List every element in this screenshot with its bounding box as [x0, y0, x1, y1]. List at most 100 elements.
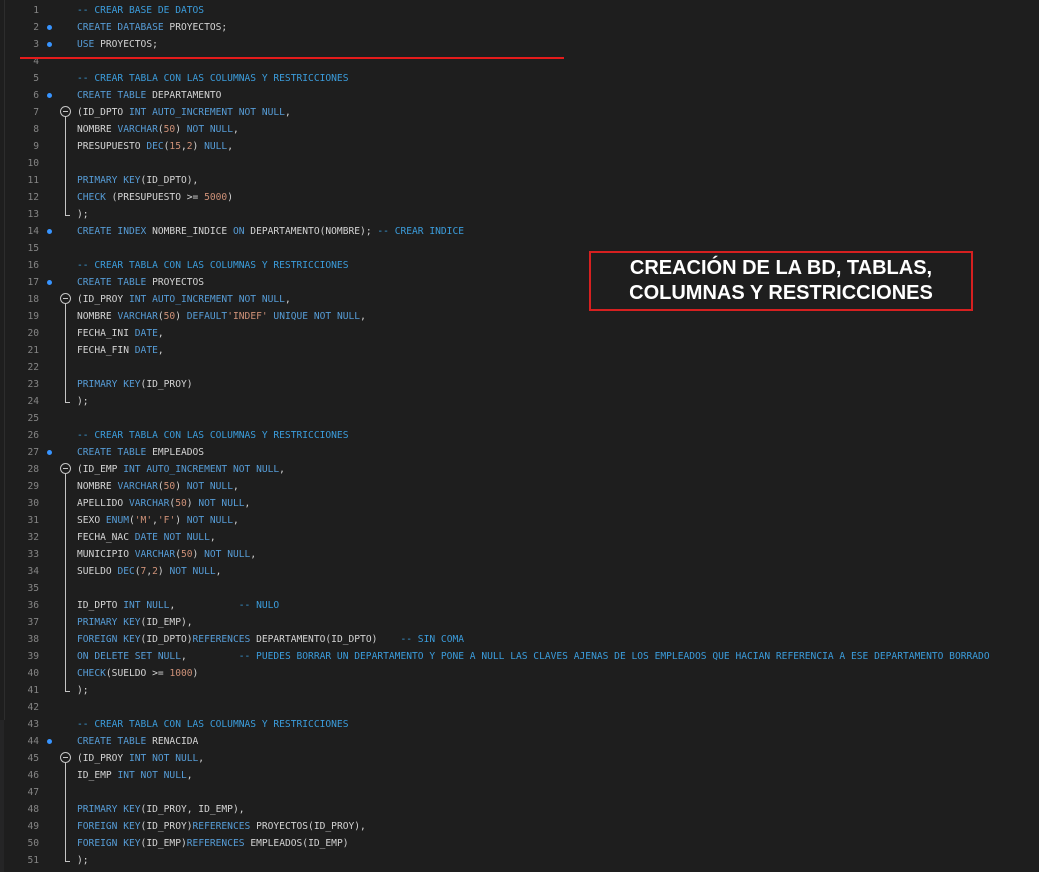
code-line[interactable]: 14 CREATE INDEX NOMBRE_INDICE ON DEPARTAM… [0, 223, 1039, 240]
code-line[interactable]: 11 PRIMARY KEY(ID_DPTO), [0, 172, 1039, 189]
code-line[interactable]: 31 SEXO ENUM('M','F') NOT NULL, [0, 512, 1039, 529]
code-line[interactable]: 21 FECHA_FIN DATE, [0, 342, 1039, 359]
code-text[interactable]: NOMBRE VARCHAR(50) DEFAULT'INDEF' UNIQUE… [77, 308, 366, 325]
statement-marker-icon[interactable] [47, 25, 52, 30]
code-line[interactable]: 13); [0, 206, 1039, 223]
code-line[interactable]: 48 PRIMARY KEY(ID_PROY, ID_EMP), [0, 801, 1039, 818]
code-text[interactable]: CREATE INDEX NOMBRE_INDICE ON DEPARTAMEN… [77, 223, 464, 240]
code-line[interactable]: 3 USE PROYECTOS; [0, 36, 1039, 53]
code-text[interactable]: PRESUPUESTO DEC(15,2) NULL, [77, 138, 233, 155]
code-text[interactable]: FECHA_INI DATE, [77, 325, 164, 342]
code-text[interactable]: SUELDO DEC(7,2) NOT NULL, [77, 563, 221, 580]
code-text[interactable]: CREATE TABLE EMPLEADOS [77, 444, 204, 461]
code-line[interactable]: 28 (ID_EMP INT AUTO_INCREMENT NOT NULL, [0, 461, 1039, 478]
code-text[interactable]: CREATE TABLE PROYECTOS [77, 274, 204, 291]
code-line[interactable]: 4 [0, 53, 1039, 70]
code-line[interactable]: 40 CHECK(SUELDO >= 1000) [0, 665, 1039, 682]
code-line[interactable]: 26 -- CREAR TABLA CON LAS COLUMNAS Y REST… [0, 427, 1039, 444]
code-line[interactable]: 24); [0, 393, 1039, 410]
code-text[interactable]: ); [77, 852, 89, 869]
code-line[interactable]: 5 -- CREAR TABLA CON LAS COLUMNAS Y RESTR… [0, 70, 1039, 87]
statement-marker-icon[interactable] [47, 739, 52, 744]
code-text[interactable]: ON DELETE SET NULL, -- PUEDES BORRAR UN … [77, 648, 990, 665]
code-line[interactable]: 10 [0, 155, 1039, 172]
code-line[interactable]: 42 [0, 699, 1039, 716]
code-text[interactable]: -- CREAR TABLA CON LAS COLUMNAS Y RESTRI… [77, 427, 348, 444]
code-text[interactable]: FECHA_FIN DATE, [77, 342, 164, 359]
code-text[interactable]: FOREIGN KEY(ID_PROY)REFERENCES PROYECTOS… [77, 818, 366, 835]
code-text[interactable]: ); [77, 393, 89, 410]
code-line[interactable]: 2 CREATE DATABASE PROYECTOS; [0, 19, 1039, 36]
code-text[interactable]: ); [77, 682, 89, 699]
code-line[interactable]: 12 CHECK (PRESUPUESTO >= 5000) [0, 189, 1039, 206]
statement-marker-icon[interactable] [47, 280, 52, 285]
code-text[interactable]: CHECK(SUELDO >= 1000) [77, 665, 198, 682]
code-line[interactable]: 38 FOREIGN KEY(ID_DPTO)REFERENCES DEPARTA… [0, 631, 1039, 648]
statement-marker-icon[interactable] [47, 42, 52, 47]
code-line[interactable]: 34 SUELDO DEC(7,2) NOT NULL, [0, 563, 1039, 580]
statement-marker-icon[interactable] [47, 93, 52, 98]
code-text[interactable]: SEXO ENUM('M','F') NOT NULL, [77, 512, 239, 529]
code-text[interactable]: ID_EMP INT NOT NULL, [77, 767, 193, 784]
code-line[interactable]: 23 PRIMARY KEY(ID_PROY) [0, 376, 1039, 393]
code-line[interactable]: 32 FECHA_NAC DATE NOT NULL, [0, 529, 1039, 546]
code-line[interactable]: 47 [0, 784, 1039, 801]
code-line[interactable]: 30 APELLIDO VARCHAR(50) NOT NULL, [0, 495, 1039, 512]
code-line[interactable]: 27 CREATE TABLE EMPLEADOS [0, 444, 1039, 461]
code-line[interactable]: 29 NOMBRE VARCHAR(50) NOT NULL, [0, 478, 1039, 495]
statement-marker-icon[interactable] [47, 229, 52, 234]
code-line[interactable]: 22 [0, 359, 1039, 376]
code-text[interactable]: PRIMARY KEY(ID_DPTO), [77, 172, 198, 189]
code-line[interactable]: 51); [0, 852, 1039, 869]
code-text[interactable]: -- CREAR TABLA CON LAS COLUMNAS Y RESTRI… [77, 257, 348, 274]
code-text[interactable]: FOREIGN KEY(ID_DPTO)REFERENCES DEPARTAME… [77, 631, 464, 648]
code-text[interactable]: -- CREAR TABLA CON LAS COLUMNAS Y RESTRI… [77, 716, 348, 733]
code-editor[interactable]: 1 -- CREAR BASE DE DATOS 2 CREATE DATABASE … [0, 0, 1039, 872]
line-number: 4 [33, 56, 39, 67]
code-line[interactable]: 7 (ID_DPTO INT AUTO_INCREMENT NOT NULL, [0, 104, 1039, 121]
code-text[interactable]: FECHA_NAC DATE NOT NULL, [77, 529, 216, 546]
statement-marker-icon[interactable] [47, 450, 52, 455]
code-line[interactable]: 35 [0, 580, 1039, 597]
code-text[interactable]: NOMBRE VARCHAR(50) NOT NULL, [77, 478, 239, 495]
code-text[interactable]: PRIMARY KEY(ID_EMP), [77, 614, 193, 631]
code-text[interactable]: APELLIDO VARCHAR(50) NOT NULL, [77, 495, 250, 512]
code-text[interactable]: CREATE DATABASE PROYECTOS; [77, 19, 227, 36]
code-line[interactable]: 50 FOREIGN KEY(ID_EMP)REFERENCES EMPLEADO… [0, 835, 1039, 852]
code-line[interactable]: 1 -- CREAR BASE DE DATOS [0, 2, 1039, 19]
code-line[interactable]: 44 CREATE TABLE RENACIDA [0, 733, 1039, 750]
code-line[interactable]: 25 [0, 410, 1039, 427]
code-text[interactable]: CREATE TABLE DEPARTAMENTO [77, 87, 221, 104]
code-line[interactable]: 33 MUNICIPIO VARCHAR(50) NOT NULL, [0, 546, 1039, 563]
code-text[interactable]: (ID_PROY INT NOT NULL, [77, 750, 204, 767]
code-text[interactable]: (ID_DPTO INT AUTO_INCREMENT NOT NULL, [77, 104, 291, 121]
code-line[interactable]: 8 NOMBRE VARCHAR(50) NOT NULL, [0, 121, 1039, 138]
code-line[interactable]: 41); [0, 682, 1039, 699]
code-line[interactable]: 46 ID_EMP INT NOT NULL, [0, 767, 1039, 784]
code-token: (ID_EMP [77, 464, 124, 475]
code-line[interactable]: 36 ID_DPTO INT NULL, -- NULO [0, 597, 1039, 614]
code-token: , [227, 141, 233, 152]
code-line[interactable]: 43 -- CREAR TABLA CON LAS COLUMNAS Y REST… [0, 716, 1039, 733]
code-text[interactable]: FOREIGN KEY(ID_EMP)REFERENCES EMPLEADOS(… [77, 835, 349, 852]
code-line[interactable]: 49 FOREIGN KEY(ID_PROY)REFERENCES PROYECT… [0, 818, 1039, 835]
code-text[interactable]: CHECK (PRESUPUESTO >= 5000) [77, 189, 233, 206]
code-text[interactable]: PRIMARY KEY(ID_PROY, ID_EMP), [77, 801, 245, 818]
code-line[interactable]: 39 ON DELETE SET NULL, -- PUEDES BORRAR U… [0, 648, 1039, 665]
code-text[interactable]: NOMBRE VARCHAR(50) NOT NULL, [77, 121, 239, 138]
code-text[interactable]: ); [77, 206, 89, 223]
code-line[interactable]: 37 PRIMARY KEY(ID_EMP), [0, 614, 1039, 631]
code-text[interactable]: (ID_EMP INT AUTO_INCREMENT NOT NULL, [77, 461, 285, 478]
code-text[interactable]: MUNICIPIO VARCHAR(50) NOT NULL, [77, 546, 256, 563]
code-text[interactable]: -- CREAR BASE DE DATOS [77, 2, 204, 19]
code-line[interactable]: 6 CREATE TABLE DEPARTAMENTO [0, 87, 1039, 104]
code-text[interactable]: PRIMARY KEY(ID_PROY) [77, 376, 193, 393]
code-line[interactable]: 20 FECHA_INI DATE, [0, 325, 1039, 342]
code-line[interactable]: 9 PRESUPUESTO DEC(15,2) NULL, [0, 138, 1039, 155]
code-text[interactable]: CREATE TABLE RENACIDA [77, 733, 198, 750]
code-text[interactable]: USE PROYECTOS; [77, 36, 158, 53]
code-line[interactable]: 45 (ID_PROY INT NOT NULL, [0, 750, 1039, 767]
code-text[interactable]: (ID_PROY INT AUTO_INCREMENT NOT NULL, [77, 291, 291, 308]
code-text[interactable]: ID_DPTO INT NULL, -- NULO [77, 597, 279, 614]
code-text[interactable]: -- CREAR TABLA CON LAS COLUMNAS Y RESTRI… [77, 70, 348, 87]
